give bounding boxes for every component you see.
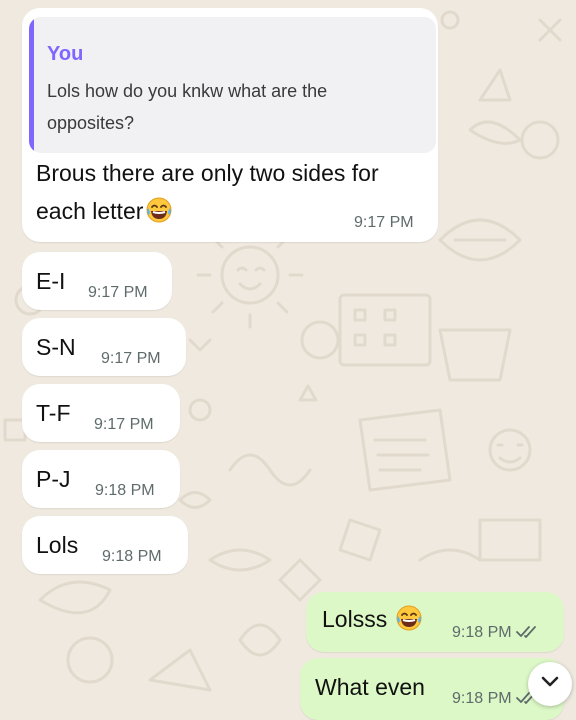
message-meta: 9:18 PM [452, 690, 538, 710]
quote-accent-bar [29, 17, 34, 153]
read-double-check-icon [515, 625, 538, 644]
message-timestamp: 9:18 PM [102, 548, 162, 565]
message-text: S-N [36, 334, 76, 360]
message-timestamp: 9:18 PM [452, 624, 512, 641]
quote-text: Lols how do you knkw what are the opposi… [47, 81, 328, 133]
message-outgoing[interactable]: Lolsss 9:18 PM [306, 592, 564, 652]
message-body: Lolsss [322, 600, 423, 642]
message-text: Lolsss [322, 606, 388, 632]
laughing-tears-emoji [145, 196, 173, 234]
message-text: Lols [36, 532, 79, 558]
message-incoming[interactable]: You Lols how do you knkw what are the op… [22, 8, 438, 242]
message-outgoing[interactable]: What even 9:18 PM [300, 658, 564, 720]
message-text: P-J [36, 466, 71, 492]
message-timestamp: 9:18 PM [95, 482, 155, 499]
message-text: What even [315, 674, 425, 700]
message-text: E-I [36, 268, 66, 294]
message-incoming[interactable]: S-N 9:17 PM [22, 318, 186, 376]
message-timestamp: 9:17 PM [354, 214, 414, 231]
message-timestamp: 9:17 PM [101, 350, 161, 367]
message-incoming[interactable]: E-I 9:17 PM [22, 252, 172, 310]
scroll-to-bottom-button[interactable] [528, 662, 572, 706]
chevron-down-icon [540, 675, 560, 694]
message-incoming[interactable]: Lols 9:18 PM [22, 516, 188, 574]
message-incoming[interactable]: P-J 9:18 PM [22, 450, 180, 508]
laughing-tears-emoji [395, 604, 423, 642]
message-timestamp: 9:17 PM [88, 284, 148, 301]
message-meta: 9:18 PM [452, 624, 538, 644]
quote-author: You [47, 43, 84, 65]
message-text: T-F [36, 400, 71, 426]
message-text: Brous there are only two sides for each … [36, 160, 379, 224]
message-timestamp: 9:17 PM [94, 416, 154, 433]
message-incoming[interactable]: T-F 9:17 PM [22, 384, 180, 442]
message-timestamp: 9:18 PM [452, 690, 512, 707]
quoted-message[interactable]: You Lols how do you knkw what are the op… [29, 17, 436, 153]
